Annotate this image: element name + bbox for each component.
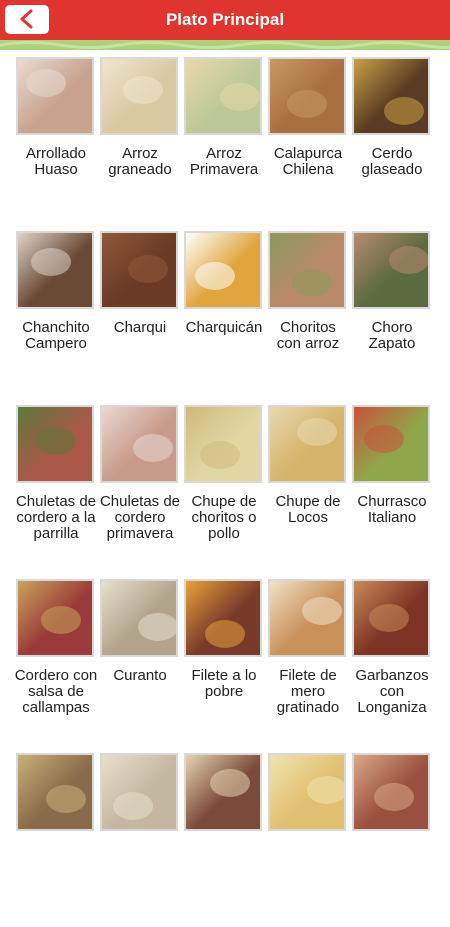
dish-photo [16, 753, 94, 831]
dish-label: Curanto [113, 667, 167, 684]
dish-tile[interactable]: Chuletas de cordero a la parrilla [14, 405, 98, 579]
dish-photo [268, 231, 346, 309]
dish-photo [268, 753, 346, 831]
dish-tile[interactable]: Charquicán [182, 231, 266, 405]
dish-photo [352, 753, 430, 831]
dish-tile[interactable] [266, 753, 350, 927]
dish-label: Arroz Primavera [189, 145, 259, 178]
dish-photo [352, 579, 430, 657]
dish-photo [268, 405, 346, 483]
dish-photo [352, 231, 430, 309]
dish-label: Choro Zapato [368, 319, 416, 352]
dish-photo [184, 231, 262, 309]
dish-tile[interactable]: Filete de mero gratinado [266, 579, 350, 753]
dish-photo [184, 753, 262, 831]
dish-photo [184, 405, 262, 483]
dish-label: Calapurca Chilena [273, 145, 343, 178]
dish-label: Charquicán [185, 319, 263, 336]
dish-tile[interactable]: Churrasco Italiano [350, 405, 434, 579]
dish-tile[interactable] [182, 753, 266, 927]
dish-tile[interactable] [98, 753, 182, 927]
page-title: Plato Principal [165, 10, 285, 29]
dish-tile[interactable]: Chupe de choritos o pollo [182, 405, 266, 579]
dish-tile[interactable]: Chupe de Locos [266, 405, 350, 579]
dish-grid: Arrollado Huaso Arroz graneado Arroz Prima… [14, 57, 438, 927]
dish-label: Chuletas de cordero primavera [99, 493, 181, 542]
dish-label: Chanchito Campero [22, 319, 90, 352]
dish-photo [184, 57, 262, 135]
dish-tile[interactable]: Cordero con salsa de callampas [14, 579, 98, 753]
dish-label: Filete de mero gratinado [276, 667, 340, 716]
dish-tile[interactable]: Choro Zapato [350, 231, 434, 405]
dish-label: Chupe de Locos [275, 493, 341, 526]
dish-tile[interactable]: Arroz graneado [98, 57, 182, 231]
dish-photo [16, 231, 94, 309]
dish-label: Cordero con salsa de callampas [14, 667, 98, 716]
dish-photo [100, 405, 178, 483]
dish-photo [16, 405, 94, 483]
back-button[interactable] [5, 5, 49, 34]
dish-tile[interactable] [350, 753, 434, 927]
dish-photo [352, 57, 430, 135]
dish-tile[interactable]: Curanto [98, 579, 182, 753]
dish-photo [100, 231, 178, 309]
dish-photo [16, 579, 94, 657]
dish-photo [184, 579, 262, 657]
dish-label: Garbanzos con Longaniza [355, 667, 429, 716]
dish-label: Chuletas de cordero a la parrilla [15, 493, 97, 542]
dish-label: Charqui [113, 319, 167, 336]
dish-label: Choritos con arroz [276, 319, 340, 352]
dish-tile[interactable]: Charqui [98, 231, 182, 405]
dish-photo [100, 753, 178, 831]
dish-label: Arrollado Huaso [25, 145, 87, 178]
dish-tile[interactable]: Filete a lo pobre [182, 579, 266, 753]
dish-photo [352, 405, 430, 483]
dish-photo [100, 57, 178, 135]
dish-tile[interactable]: Chuletas de cordero primavera [98, 405, 182, 579]
dish-tile[interactable]: Calapurca Chilena [266, 57, 350, 231]
dish-tile[interactable]: Cerdo glaseado [350, 57, 434, 231]
dish-tile[interactable]: Garbanzos con Longaniza [350, 579, 434, 753]
dish-label: Cerdo glaseado [361, 145, 423, 178]
dish-label: Arroz graneado [108, 145, 172, 178]
dish-photo [268, 57, 346, 135]
dish-tile[interactable]: Arroz Primavera [182, 57, 266, 231]
dish-photo [16, 57, 94, 135]
dish-label: Filete a lo pobre [191, 667, 257, 700]
dish-tile[interactable]: Choritos con arroz [266, 231, 350, 405]
chevron-left-icon [20, 9, 33, 29]
dish-label: Churrasco Italiano [357, 493, 427, 526]
dish-tile[interactable]: Arrollado Huaso [14, 57, 98, 231]
dish-photo [100, 579, 178, 657]
dish-tile[interactable] [14, 753, 98, 927]
decorative-strip [0, 40, 450, 50]
dish-tile[interactable]: Chanchito Campero [14, 231, 98, 405]
dish-label: Chupe de choritos o pollo [191, 493, 257, 542]
dish-photo [268, 579, 346, 657]
